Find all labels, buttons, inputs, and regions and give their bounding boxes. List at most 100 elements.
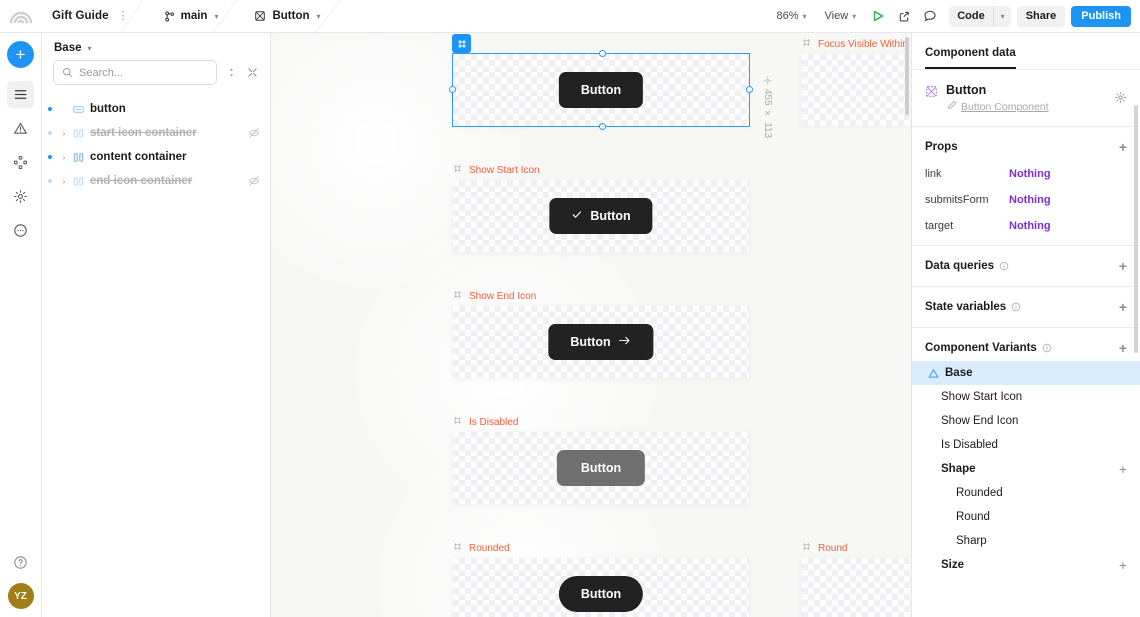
layer-tree: button › start icon container › content …: [42, 85, 270, 193]
rail-item-settings[interactable]: [7, 183, 34, 210]
add-data-query-button[interactable]: +: [1119, 259, 1127, 273]
canvas-button-base[interactable]: Button: [558, 72, 644, 108]
component-settings-icon[interactable]: [1114, 91, 1127, 109]
variant-row-is-disabled[interactable]: Is Disabled: [912, 433, 1140, 457]
artboard-focus-visible[interactable]: Focus Visible Within: [802, 39, 911, 126]
info-icon[interactable]: [1011, 302, 1021, 312]
variant-row-show-start-icon[interactable]: Show Start Icon: [912, 385, 1140, 409]
frame-badge[interactable]: [452, 34, 471, 53]
sort-layers-icon[interactable]: [224, 67, 238, 78]
preview-button[interactable]: [865, 4, 891, 28]
layer-expand-arrow[interactable]: ›: [58, 177, 70, 186]
layer-visibility-dot[interactable]: [42, 155, 58, 159]
tab-component-data[interactable]: Component data: [925, 47, 1016, 69]
help-circle-icon: [14, 556, 27, 569]
canvas-button-end-icon[interactable]: Button: [548, 324, 654, 360]
layer-row-start-icon-container[interactable]: › start icon container: [42, 121, 270, 145]
comments-button[interactable]: [917, 4, 943, 28]
zoom-selector[interactable]: 86% ▾: [767, 10, 815, 22]
info-icon[interactable]: [999, 261, 1009, 271]
share-button[interactable]: Share: [1016, 5, 1066, 27]
selection-handle-left[interactable]: [449, 86, 456, 93]
search-input[interactable]: Search...: [53, 60, 217, 85]
props-section: Props + link Nothing submitsForm Nothing…: [912, 127, 1140, 246]
info-icon[interactable]: [1042, 343, 1052, 353]
right-panel-scrollbar[interactable]: [1134, 105, 1138, 353]
variant-label: Rounded: [956, 487, 1003, 499]
layer-row-button[interactable]: button: [42, 97, 270, 121]
selection-handle-bottom[interactable]: [599, 123, 606, 130]
rail-item-more[interactable]: [7, 217, 34, 244]
zoom-level: 86%: [776, 10, 799, 22]
selection-handle-right[interactable]: [746, 86, 753, 93]
variant-row-round[interactable]: Round: [912, 505, 1140, 529]
rail-item-help[interactable]: [7, 549, 34, 576]
selection-handle-top[interactable]: [599, 50, 606, 57]
view-menu[interactable]: View ▾: [816, 10, 866, 22]
prop-value[interactable]: Nothing: [1009, 194, 1051, 206]
add-size-variant-button[interactable]: +: [1119, 558, 1127, 572]
artboard-show-end-icon[interactable]: Show End Icon Button: [453, 291, 749, 378]
artboard-round[interactable]: Round: [802, 543, 911, 617]
add-state-variable-button[interactable]: +: [1119, 300, 1127, 314]
prop-value[interactable]: Nothing: [1009, 220, 1051, 232]
layer-label: content container: [90, 151, 187, 163]
layer-visibility-dot[interactable]: [42, 107, 58, 111]
layer-visibility-dot[interactable]: [42, 131, 58, 135]
code-button-group[interactable]: Code ▾: [949, 5, 1011, 27]
app-logo[interactable]: [0, 0, 42, 32]
rail-item-layers[interactable]: [7, 81, 34, 108]
prop-row-submitsform[interactable]: submitsForm Nothing: [925, 194, 1127, 206]
more-circle-icon: [14, 224, 27, 237]
layer-expand-arrow[interactable]: ›: [58, 129, 70, 138]
canvas-button-start-icon[interactable]: Button: [549, 198, 653, 234]
search-icon: [63, 68, 73, 78]
publish-button[interactable]: Publish: [1071, 5, 1131, 27]
add-prop-button[interactable]: +: [1119, 140, 1127, 154]
kebab-menu-icon[interactable]: ⋮: [118, 11, 129, 22]
variant-group-shape[interactable]: Shape +: [912, 457, 1140, 481]
artboard-is-disabled[interactable]: Is Disabled Button: [453, 417, 749, 504]
design-canvas[interactable]: Base + Interactions Show Start Icon Show…: [271, 33, 911, 617]
variant-group-size[interactable]: Size +: [912, 553, 1140, 577]
add-button[interactable]: +: [7, 41, 34, 68]
variant-row-rounded[interactable]: Rounded: [912, 481, 1140, 505]
pencil-icon: [947, 100, 957, 113]
prop-key: link: [925, 168, 942, 180]
git-branch-icon: [164, 10, 174, 22]
rail-item-components[interactable]: [7, 149, 34, 176]
hidden-eye-icon[interactable]: [248, 175, 260, 187]
code-dropdown-toggle[interactable]: ▾: [992, 5, 1011, 27]
branch-selector[interactable]: main ▾: [142, 0, 239, 33]
prop-row-link[interactable]: link Nothing: [925, 168, 1127, 180]
user-avatar[interactable]: YZ: [7, 583, 34, 609]
artboard-base[interactable]: Button 455 × 113: [449, 34, 773, 138]
canvas-button-rounded[interactable]: Button: [558, 576, 644, 612]
layers-variant-label: Base: [54, 42, 82, 54]
prop-value[interactable]: Nothing: [1009, 168, 1051, 180]
add-shape-variant-button[interactable]: +: [1119, 462, 1127, 476]
rail-item-issues[interactable]: [7, 115, 34, 142]
component-selector[interactable]: Button ▾: [232, 0, 341, 33]
artboard-rounded[interactable]: Rounded Button: [453, 543, 749, 617]
layer-visibility-dot[interactable]: [42, 179, 58, 183]
collapse-all-icon[interactable]: [245, 67, 259, 78]
variant-row-show-end-icon[interactable]: Show End Icon: [912, 409, 1140, 433]
project-name-cell[interactable]: Gift Guide ⋮: [42, 0, 143, 33]
layer-row-end-icon-container[interactable]: › end icon container: [42, 169, 270, 193]
hidden-eye-icon[interactable]: [248, 127, 260, 139]
frame-icon: [453, 416, 462, 428]
add-variant-button[interactable]: +: [1119, 341, 1127, 355]
open-external-icon: [899, 11, 909, 22]
artboard-show-start-icon[interactable]: Show Start Icon Button: [453, 165, 749, 252]
layer-row-content-container[interactable]: › content container: [42, 145, 270, 169]
canvas-scrollbar[interactable]: [905, 37, 909, 115]
layers-variant-selector[interactable]: Base ▾: [42, 33, 270, 58]
layer-expand-arrow[interactable]: ›: [58, 153, 70, 162]
open-external-button[interactable]: [891, 4, 917, 28]
prop-row-target[interactable]: target Nothing: [925, 220, 1127, 232]
component-subtitle-row[interactable]: Button Component: [947, 100, 1049, 113]
left-icon-rail: + YZ: [0, 33, 42, 617]
variant-row-sharp[interactable]: Sharp: [912, 529, 1140, 553]
variant-row-base[interactable]: Base: [912, 361, 1140, 385]
